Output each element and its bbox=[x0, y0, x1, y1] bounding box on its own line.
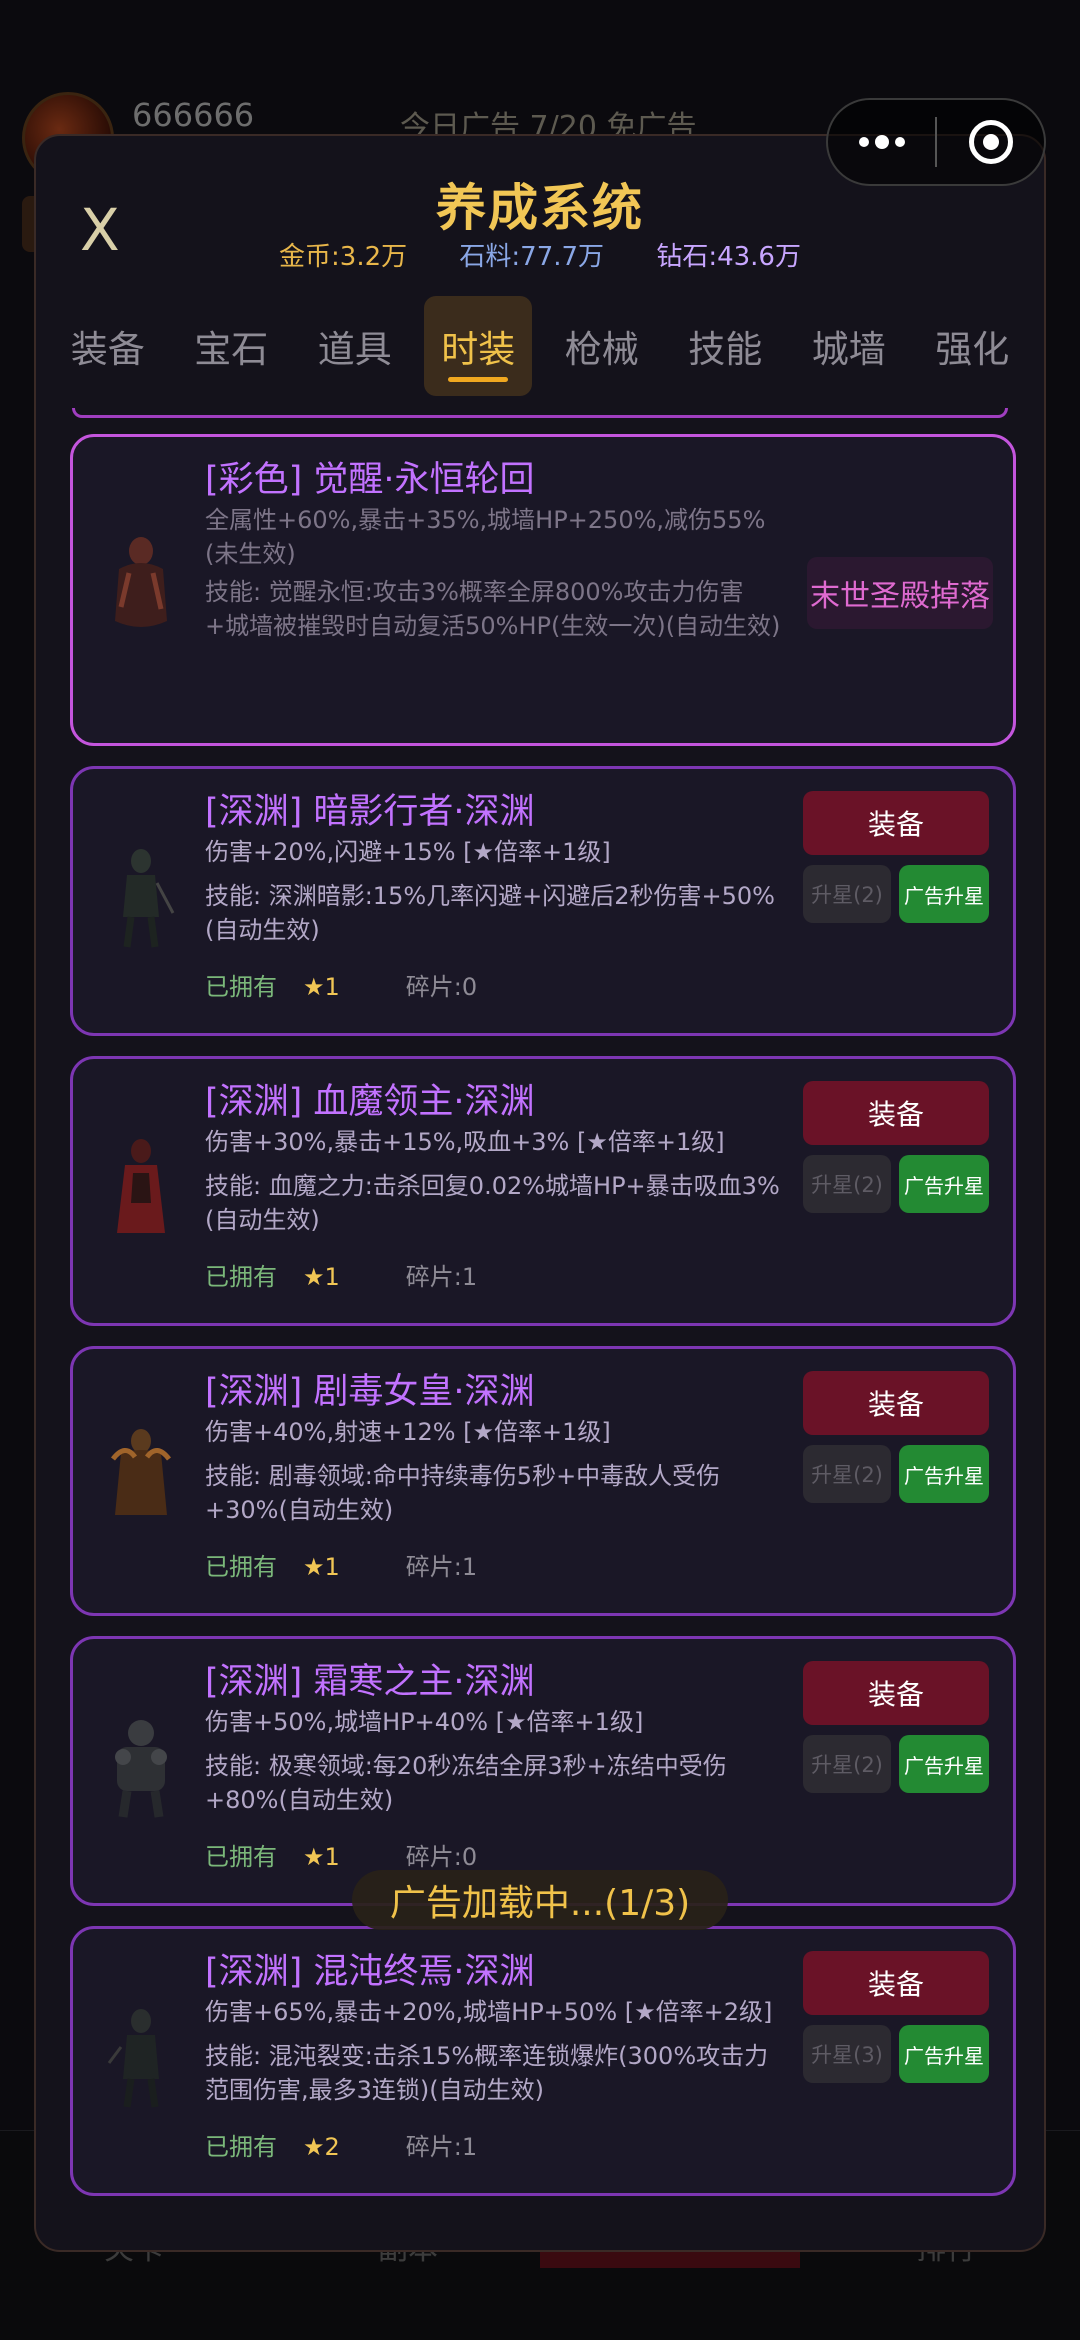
more-menu-button[interactable] bbox=[828, 98, 935, 186]
fashion-skill: 技能: 剧毒领域:命中持续毒伤5秒+中毒敌人受伤+30%(自动生效) bbox=[205, 1462, 721, 1524]
fashion-card: [深渊] 暗影行者·深渊 伤害+20%,闪避+15% [★倍率+1级] 技能: … bbox=[70, 766, 1016, 1036]
star-level: ★2 bbox=[303, 2133, 340, 2161]
ad-upstar-button[interactable]: 广告升星 bbox=[899, 865, 989, 923]
cultivation-modal: X 养成系统 金币:3.2万 石料:77.7万 钻石:43.6万 装备 宝石 道… bbox=[34, 134, 1046, 2252]
owned-label: 已拥有 bbox=[205, 1843, 277, 1871]
fashion-card: [深渊] 霜寒之主·深渊 伤害+50%,城墙HP+40% [★倍率+1级] 技能… bbox=[70, 1636, 1016, 1906]
tab-enhance[interactable]: 强化 bbox=[918, 296, 1026, 396]
fashion-name: [深渊] 暗影行者·深渊 bbox=[205, 792, 535, 832]
ad-loading-toast: 广告加载中...(1/3) bbox=[352, 1870, 728, 1930]
star-level: ★1 bbox=[303, 973, 340, 1001]
fragment-count: 碎片:1 bbox=[405, 1263, 478, 1291]
miniprogram-capsule bbox=[826, 98, 1046, 186]
fashion-stats: 伤害+65%,暴击+20%,城墙HP+50% [★倍率+2级] bbox=[205, 1998, 773, 2026]
fashion-stats: 伤害+30%,暴击+15%,吸血+3% [★倍率+1级] bbox=[205, 1128, 725, 1156]
ownership-row: 已拥有 ★1 碎片:1 bbox=[205, 1257, 477, 1292]
ad-upstar-button[interactable]: 广告升星 bbox=[899, 1445, 989, 1503]
star-level: ★1 bbox=[303, 1263, 340, 1291]
owned-label: 已拥有 bbox=[205, 1263, 277, 1291]
player-name: 666666 bbox=[132, 96, 255, 134]
fashion-name: [深渊] 剧毒女皇·深渊 bbox=[205, 1372, 535, 1412]
character-portrait bbox=[115, 537, 167, 627]
character-portrait bbox=[107, 2009, 159, 2108]
tab-skills[interactable]: 技能 bbox=[671, 296, 779, 396]
character-portrait bbox=[111, 1429, 171, 1515]
ad-upstar-button[interactable]: 广告升星 bbox=[899, 1155, 989, 1213]
fashion-skill: 技能: 极寒领域:每20秒冻结全屏3秒+冻结中受伤+80%(自动生效) bbox=[205, 1752, 727, 1814]
fashion-stats: 伤害+40%,射速+12% [★倍率+1级] bbox=[205, 1418, 611, 1446]
character-portrait bbox=[123, 849, 175, 948]
fashion-skill: 技能: 血魔之力:击杀回复0.02%城墙HP+暴击吸血3%(自动生效) bbox=[205, 1172, 780, 1234]
equip-button[interactable]: 装备 bbox=[803, 1081, 989, 1145]
target-exit-icon bbox=[968, 120, 1013, 164]
diamond-amount: 钻石:43.6万 bbox=[656, 242, 801, 272]
star-level: ★1 bbox=[303, 1553, 340, 1581]
fashion-card: [彩色] 觉醒·永恒轮回 全属性+60%,暴击+35%,城墙HP+250%,减伤… bbox=[70, 434, 1016, 746]
fashion-stats: 伤害+50%,城墙HP+40% [★倍率+1级] bbox=[205, 1708, 644, 1736]
fashion-skill: 技能: 觉醒永恒:攻击3%概率全屏800%攻击力伤害+城墙被摧毁时自动复活50%… bbox=[205, 578, 781, 640]
upstar-button[interactable]: 升星(2) bbox=[803, 1445, 891, 1503]
upstar-button[interactable]: 升星(2) bbox=[803, 865, 891, 923]
equip-button[interactable]: 装备 bbox=[803, 791, 989, 855]
fashion-card: [深渊] 混沌终焉·深渊 伤害+65%,暴击+20%,城墙HP+50% [★倍率… bbox=[70, 1926, 1016, 2196]
fragment-count: 碎片:1 bbox=[405, 1553, 478, 1581]
ad-upstar-button[interactable]: 广告升星 bbox=[899, 1735, 989, 1793]
tab-walls[interactable]: 城墙 bbox=[795, 296, 903, 396]
tab-items[interactable]: 道具 bbox=[301, 296, 409, 396]
upstar-button[interactable]: 升星(3) bbox=[803, 2025, 891, 2083]
star-level: ★1 bbox=[303, 1843, 340, 1871]
fashion-name: [深渊] 霜寒之主·深渊 bbox=[205, 1662, 535, 1702]
more-dots-icon bbox=[858, 135, 905, 149]
owned-label: 已拥有 bbox=[205, 2133, 277, 2161]
equip-button[interactable]: 装备 bbox=[803, 1951, 989, 2015]
fashion-stats: 全属性+60%,暴击+35%,城墙HP+250%,减伤55% (未生效) bbox=[205, 506, 766, 568]
ownership-row: 已拥有 ★2 碎片:1 bbox=[205, 2127, 477, 2162]
exit-miniprogram-button[interactable] bbox=[937, 98, 1044, 186]
currency-bar: 金币:3.2万 石料:77.7万 钻石:43.6万 bbox=[36, 236, 1044, 273]
tab-gems[interactable]: 宝石 bbox=[177, 296, 285, 396]
ownership-row: 已拥有 ★1 碎片:0 bbox=[205, 1837, 477, 1872]
fashion-stats: 伤害+20%,闪避+15% [★倍率+1级] bbox=[205, 838, 611, 866]
equip-button[interactable]: 装备 bbox=[803, 1661, 989, 1725]
tab-fashion[interactable]: 时装 bbox=[424, 296, 533, 396]
drop-source-tag: 末世圣殿掉落 bbox=[807, 557, 993, 629]
character-portrait bbox=[117, 1139, 165, 1233]
fashion-name: [深渊] 混沌终焉·深渊 bbox=[205, 1952, 535, 1992]
category-tabs: 装备 宝石 道具 时装 枪械 技能 城墙 强化 bbox=[36, 296, 1044, 396]
upstar-button[interactable]: 升星(2) bbox=[803, 1155, 891, 1213]
ownership-row: 已拥有 ★1 碎片:1 bbox=[205, 1547, 477, 1582]
gold-amount: 金币:3.2万 bbox=[279, 242, 408, 272]
ownership-row: 已拥有 ★1 碎片:0 bbox=[205, 967, 477, 1002]
owned-label: 已拥有 bbox=[205, 973, 277, 1001]
fashion-skill: 技能: 深渊暗影:15%几率闪避+闪避后2秒伤害+50%(自动生效) bbox=[205, 882, 775, 944]
fashion-card: [深渊] 血魔领主·深渊 伤害+30%,暴击+15%,吸血+3% [★倍率+1级… bbox=[70, 1056, 1016, 1326]
fragment-count: 碎片:1 bbox=[405, 2133, 478, 2161]
stone-amount: 石料:77.7万 bbox=[459, 242, 605, 272]
fashion-list[interactable]: [彩色] 觉醒·永恒轮回 全属性+60%,暴击+35%,城墙HP+250%,减伤… bbox=[36, 408, 1044, 2250]
fragment-count: 碎片:0 bbox=[405, 973, 478, 1001]
fashion-name: [彩色] 觉醒·永恒轮回 bbox=[205, 460, 535, 500]
upstar-button[interactable]: 升星(2) bbox=[803, 1735, 891, 1793]
equip-button[interactable]: 装备 bbox=[803, 1371, 989, 1435]
fashion-name: [深渊] 血魔领主·深渊 bbox=[205, 1082, 535, 1122]
tab-firearms[interactable]: 枪械 bbox=[548, 296, 656, 396]
character-portrait bbox=[115, 1720, 167, 1818]
ad-upstar-button[interactable]: 广告升星 bbox=[899, 2025, 989, 2083]
tab-equipment[interactable]: 装备 bbox=[54, 296, 162, 396]
fashion-skill: 技能: 混沌裂变:击杀15%概率连锁爆炸(300%攻击力范围伤害,最多3连锁)(… bbox=[205, 2042, 769, 2104]
fashion-card: [深渊] 剧毒女皇·深渊 伤害+40%,射速+12% [★倍率+1级] 技能: … bbox=[70, 1346, 1016, 1616]
previous-card-edge bbox=[72, 408, 1008, 418]
fragment-count: 碎片:0 bbox=[405, 1843, 478, 1871]
owned-label: 已拥有 bbox=[205, 1553, 277, 1581]
